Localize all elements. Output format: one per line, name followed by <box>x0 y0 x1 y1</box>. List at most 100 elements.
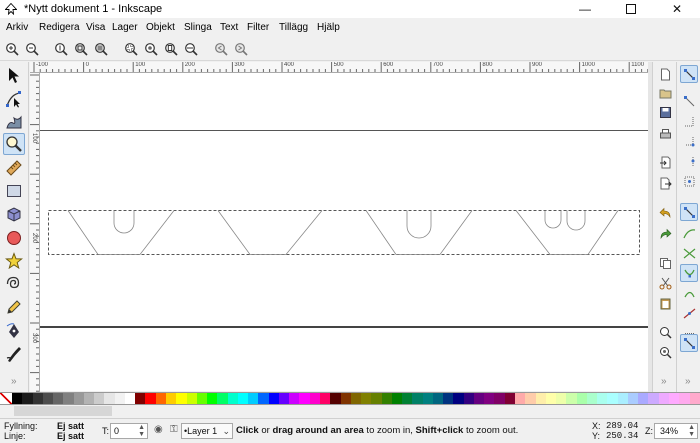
color-swatch[interactable] <box>258 393 269 404</box>
node-tool-button[interactable] <box>3 88 25 110</box>
cut-button[interactable] <box>656 274 674 292</box>
measure-tool-button[interactable] <box>3 157 25 179</box>
opacity-spinbox[interactable]: 0 ▲ ▼ <box>110 423 148 439</box>
snap-page-border-button[interactable] <box>680 334 698 352</box>
color-swatch[interactable] <box>607 393 618 404</box>
color-swatch[interactable] <box>12 393 23 404</box>
snap-intersections-button[interactable] <box>680 244 698 262</box>
snap-bbox-button[interactable] <box>680 92 698 110</box>
eye-visibility-icon[interactable]: ◉ <box>154 424 163 435</box>
color-swatch[interactable] <box>463 393 474 404</box>
snap-toggle-button[interactable] <box>680 65 698 83</box>
snap-bbox-edges-button[interactable] <box>680 112 698 130</box>
color-swatch[interactable] <box>494 393 505 404</box>
pen-tool-button[interactable] <box>3 320 25 342</box>
snap-paths-button[interactable] <box>680 224 698 242</box>
commands-overflow-icon[interactable]: » <box>661 376 667 387</box>
tweak-tool-button[interactable] <box>3 111 25 133</box>
color-swatch[interactable] <box>391 393 403 404</box>
color-swatch[interactable] <box>597 393 608 404</box>
color-swatch[interactable] <box>227 393 238 404</box>
horizontal-scrollbar-thumb[interactable] <box>14 406 112 416</box>
export-button[interactable] <box>656 174 674 192</box>
color-swatch[interactable] <box>535 393 546 404</box>
menu-hjalp[interactable]: Hjälp <box>317 22 340 33</box>
color-swatch[interactable] <box>576 393 587 404</box>
zoom-page-width-button[interactable] <box>182 40 200 58</box>
spiral-tool-button[interactable] <box>3 273 25 295</box>
color-swatch[interactable] <box>669 393 680 404</box>
color-swatch[interactable] <box>515 393 526 404</box>
pencil-tool-button[interactable] <box>3 296 25 318</box>
color-swatch[interactable] <box>361 393 372 404</box>
save-button[interactable] <box>656 103 674 121</box>
selection-bounding-box[interactable] <box>48 210 640 255</box>
color-swatch[interactable] <box>289 393 300 404</box>
color-swatch[interactable] <box>278 393 290 404</box>
color-swatch[interactable] <box>627 393 639 404</box>
snap-line-midpoints-button[interactable] <box>680 304 698 322</box>
toolbox-overflow-icon[interactable]: » <box>11 376 17 387</box>
color-swatch[interactable] <box>299 393 310 404</box>
zoom-1to1-button[interactable] <box>52 40 70 58</box>
color-swatch[interactable] <box>22 393 33 404</box>
color-swatch[interactable] <box>186 393 197 404</box>
snap-cusp-nodes-button[interactable] <box>680 264 698 282</box>
color-swatch[interactable] <box>165 393 177 404</box>
snap-bbox-midpoints-button[interactable] <box>680 152 698 170</box>
close-button[interactable]: ✕ <box>654 0 700 18</box>
zoom-2to1-button[interactable] <box>92 40 110 58</box>
color-swatch[interactable] <box>689 393 700 404</box>
color-swatch[interactable] <box>371 393 382 404</box>
zoom-drawing-button[interactable] <box>142 40 160 58</box>
minimize-button[interactable]: — <box>562 0 608 18</box>
color-swatch[interactable] <box>83 393 95 404</box>
selected-path-shapes[interactable] <box>67 210 619 255</box>
print-button[interactable] <box>656 125 674 143</box>
color-swatch[interactable] <box>319 393 331 404</box>
menu-arkiv[interactable]: Arkiv <box>6 22 28 33</box>
3dbox-tool-button[interactable] <box>3 203 25 225</box>
color-swatch[interactable] <box>309 393 320 404</box>
zoom-1to2-button[interactable] <box>72 40 90 58</box>
import-button[interactable] <box>656 153 674 171</box>
color-swatch[interactable] <box>94 393 105 404</box>
new-document-button[interactable] <box>656 65 674 83</box>
color-swatch[interactable] <box>73 393 84 404</box>
color-swatch[interactable] <box>545 393 557 404</box>
color-swatch[interactable] <box>586 393 598 404</box>
color-swatch[interactable] <box>207 393 218 404</box>
ellipse-tool-button[interactable] <box>3 227 25 249</box>
lock-icon[interactable]: ⚿ <box>170 424 178 435</box>
redo-button[interactable] <box>656 225 674 243</box>
color-swatch[interactable] <box>340 393 351 404</box>
copy-button[interactable] <box>656 254 674 272</box>
color-swatch[interactable] <box>473 393 485 404</box>
open-button[interactable] <box>656 84 674 102</box>
menu-slinga[interactable]: Slinga <box>184 22 212 33</box>
snap-smooth-nodes-button[interactable] <box>680 284 698 302</box>
snap-bbox-corners-button[interactable] <box>680 132 698 150</box>
menu-filter[interactable]: Filter <box>247 22 269 33</box>
color-swatch[interactable] <box>432 393 444 404</box>
color-swatch[interactable] <box>196 393 208 404</box>
color-swatch[interactable] <box>443 393 454 404</box>
color-swatch[interactable] <box>32 393 43 404</box>
color-swatch[interactable] <box>638 393 649 404</box>
color-swatch[interactable] <box>679 393 690 404</box>
menu-text[interactable]: Text <box>220 22 238 33</box>
color-swatch[interactable] <box>422 393 433 404</box>
color-swatch[interactable] <box>135 393 146 404</box>
snap-bbox-centers-button[interactable] <box>680 172 698 190</box>
zoom-prev-button[interactable] <box>212 40 230 58</box>
color-swatch[interactable] <box>217 393 228 404</box>
color-swatch[interactable] <box>402 393 413 404</box>
zoom-spinbox[interactable]: 34% ▲ ▼ <box>654 423 698 439</box>
menu-visa[interactable]: Visa <box>86 22 105 33</box>
paste-button[interactable] <box>656 294 674 312</box>
color-swatch[interactable] <box>381 393 392 404</box>
stroke-value[interactable]: Ej satt <box>57 431 84 441</box>
zoom-next-button[interactable] <box>232 40 250 58</box>
star-tool-button[interactable] <box>3 250 25 272</box>
layer-dropdown[interactable]: •Layer 1 ⌄ <box>181 423 233 439</box>
